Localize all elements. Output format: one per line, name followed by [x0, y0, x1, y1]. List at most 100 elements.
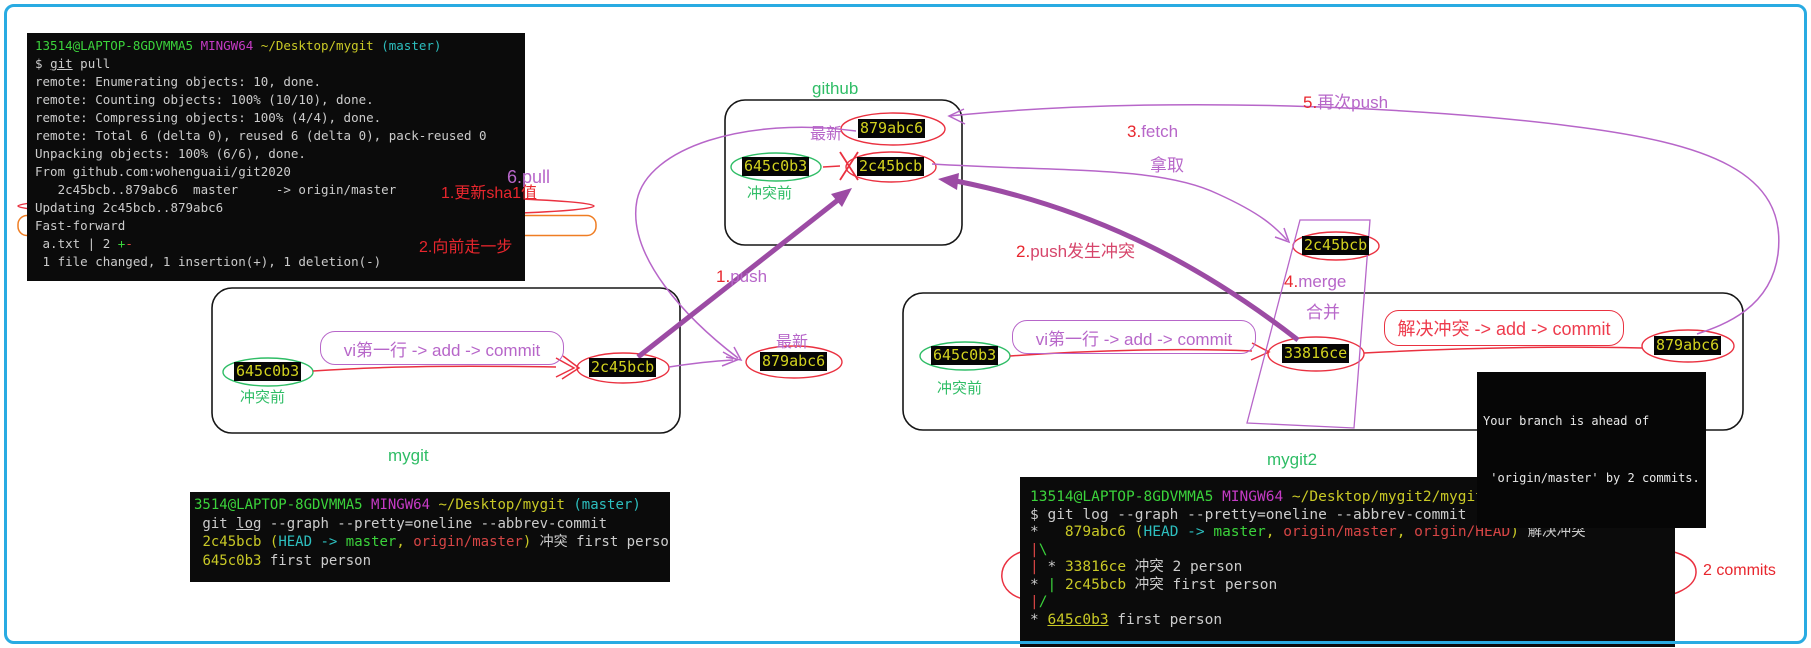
mygit-645-to-2c4-line [313, 366, 556, 371]
terminal-text-segment: a.txt | 2 [35, 236, 118, 251]
terminal-text-segment [1274, 524, 1283, 540]
step-5-push-again-label: 5.再次push [1303, 88, 1388, 113]
mygit2-label: mygit2 [1267, 450, 1317, 470]
terminal-text-segment: --graph --pretty=oneline --abbrev-commit [261, 516, 607, 532]
terminal-text-segment: 2c45bcb [1065, 577, 1126, 593]
terminal-text-segment: origin/master [413, 534, 523, 550]
step-3-fetch-label: 3.fetch [1127, 122, 1178, 142]
terminal-line: 645c0b3 first person [194, 552, 666, 571]
terminal-line: remote: Compressing objects: 100% (4/4),… [35, 109, 517, 127]
terminal-line: Unpacking objects: 100% (6/6), done. [35, 145, 517, 163]
terminal-text-segment: * [1030, 577, 1047, 593]
commit-node-github-645c0b3: 645c0b3 [742, 157, 809, 176]
terminal-text-segment: git [50, 56, 73, 71]
note-update-sha1: 1.更新sha1值 [441, 179, 537, 203]
terminal-text-segment: 1 file changed, 1 insertion(+), 1 deleti… [35, 254, 381, 269]
step-number: 5. [1303, 93, 1317, 112]
terminal-text-segment: 2c45bcb..879abc6 master -> origin/master [35, 182, 396, 197]
commit-node-mygit-2c45bcb: 2c45bcb [589, 358, 656, 377]
terminal-text-segment [1283, 489, 1292, 505]
terminal-line: | * 33816ce 冲突 2 person [1030, 559, 1665, 577]
arrowhead [938, 173, 959, 190]
terminal-text-segment: ~/Desktop/mygit2/mygit2 [1292, 489, 1493, 505]
terminal-text-segment: 33816ce [1065, 559, 1126, 575]
terminal-text-segment: ) [523, 534, 531, 550]
terminal-text-segment: 645c0b3 [202, 553, 261, 569]
terminal-text-segment [405, 534, 413, 550]
terminal-line: 2c45bcb (HEAD -> master, origin/master) … [194, 533, 666, 552]
terminal-text-segment: HEAD -> [1144, 524, 1205, 540]
step-text: 再次push [1317, 93, 1388, 112]
github-label: github [812, 79, 858, 99]
terminal-text-segment: MINGW64 [371, 497, 430, 513]
step-number: 1. [716, 267, 730, 286]
terminal-text-segment [1056, 577, 1065, 593]
terminal-text-segment [1405, 524, 1414, 540]
commit-node-fetched-2c45bcb: 2c45bcb [1302, 236, 1369, 255]
bubble-text: 解决冲突 -> add -> commit [1397, 315, 1610, 341]
note-two-commits: 2 commits [1703, 562, 1776, 580]
terminal-text-segment: pull [73, 56, 111, 71]
terminal-text-segment: \ [1039, 542, 1048, 558]
terminal-line: remote: Counting objects: 100% (10/10), … [35, 91, 517, 109]
terminal-text-segment: remote: Compressing objects: 100% (4/4),… [35, 110, 381, 125]
terminal-line: 13514@LAPTOP-8GDVMMA5 MINGW64 ~/Desktop/… [35, 37, 517, 55]
commit-node-mygit-879abc6: 879abc6 [760, 352, 827, 371]
pre-conflict-label-github: 冲突前 [747, 182, 792, 203]
terminal-text-segment: * [1030, 524, 1065, 540]
terminal-text-segment: 879abc6 [1065, 524, 1126, 540]
terminal-text-segment: 13514@LAPTOP-8GDVMMA5 [35, 38, 193, 53]
mygit2-338-to-879-line [1364, 347, 1642, 353]
status-line: Your branch is ahead of [1483, 412, 1700, 431]
resolve-conflict-bubble: 解决冲突 -> add -> commit [1384, 310, 1624, 346]
terminal-text-segment: log [236, 516, 261, 532]
step-4-merge-cn-label: 合并 [1306, 298, 1340, 323]
vi-edit-bubble-mygit: vi第一行 -> add -> commit [320, 331, 564, 365]
terminal-text-segment: ~/Desktop/mygit [261, 38, 374, 53]
terminal-text-segment [337, 534, 345, 550]
terminal-text-segment: * [1039, 559, 1065, 575]
terminal-line: * 645c0b3 first person [1030, 612, 1665, 630]
bubble-text: vi第一行 -> add -> commit [1036, 325, 1233, 350]
terminal-line: remote: Enumerating objects: 10, done. [35, 73, 517, 91]
terminal-text-segment: 3514@LAPTOP-8GDVMMA5 [194, 497, 363, 513]
step-text: merge [1298, 272, 1346, 291]
commit-node-mygit2-879abc6: 879abc6 [1654, 336, 1721, 355]
commit-node-mygit-645c0b3: 645c0b3 [234, 362, 301, 381]
arrowhead [722, 352, 737, 366]
terminal-text-segment: 冲突 first person [531, 534, 670, 550]
terminal-text-segment: git [194, 516, 236, 532]
step-3-fetch-cn-label: 拿取 [1150, 151, 1184, 176]
terminal-text-segment: * [1030, 612, 1047, 628]
terminal-text-segment: Updating 2c45bcb..879abc6 [35, 200, 223, 215]
terminal-line: |\ [1030, 542, 1665, 560]
terminal-text-segment: ( [1135, 524, 1144, 540]
commit-node-github-879abc6: 879abc6 [858, 119, 925, 138]
terminal-text-segment [363, 497, 371, 513]
terminal-text-segment: MINGW64 [201, 38, 254, 53]
commit-node-mygit2-33816ce: 33816ce [1282, 344, 1349, 363]
terminal-line: * | 2c45bcb 冲突 first person [1030, 577, 1665, 595]
terminal-text-segment: HEAD -> [278, 534, 337, 550]
terminal-text-segment: 645c0b3 [1047, 612, 1108, 628]
status-line: 'origin/master' by 2 commits. [1483, 469, 1700, 488]
terminal-text-segment: first person [1109, 612, 1223, 628]
note-step-forward: 2.向前走一步 [419, 233, 512, 257]
terminal-text-segment: / [1039, 594, 1048, 610]
terminal-text-segment: Fast-forward [35, 218, 125, 233]
bubble-text: vi第一行 -> add -> commit [344, 336, 541, 361]
commit-node-github-2c45bcb: 2c45bcb [857, 157, 924, 176]
step-number: 4. [1284, 272, 1298, 291]
branch-ahead-status: Your branch is ahead of 'origin/master' … [1477, 372, 1706, 528]
vi-edit-bubble-mygit2: vi第一行 -> add -> commit [1012, 320, 1256, 354]
step-text: push发生冲突 [1030, 242, 1135, 261]
terminal-text-segment: MINGW64 [1222, 489, 1283, 505]
terminal-text-segment [193, 38, 201, 53]
terminal-text-segment: master [346, 534, 397, 550]
terminal-text-segment [1126, 524, 1135, 540]
terminal-git-log-mygit: 3514@LAPTOP-8GDVMMA5 MINGW64 ~/Desktop/m… [190, 492, 670, 582]
terminal-text-segment [253, 38, 261, 53]
terminal-text-segment: 冲突 first person [1126, 577, 1277, 593]
terminal-text-segment: 2c45bcb [202, 534, 261, 550]
terminal-text-segment: $ [35, 56, 50, 71]
